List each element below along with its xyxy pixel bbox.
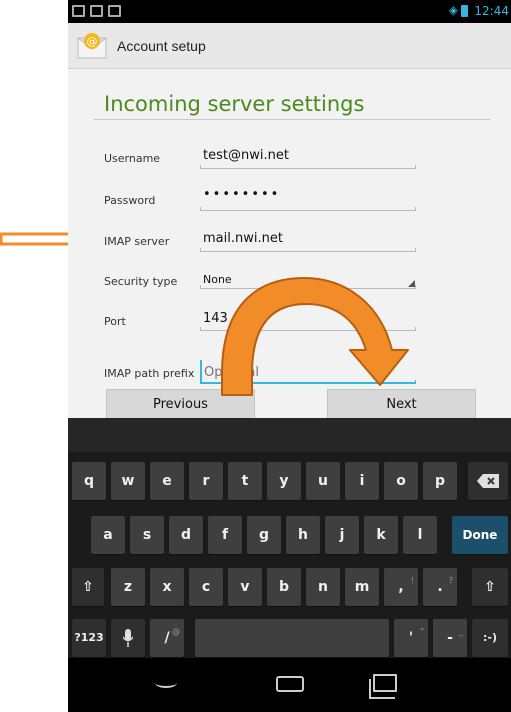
- section-heading: Incoming server settings: [104, 92, 365, 116]
- key-d[interactable]: d: [169, 516, 203, 554]
- imap-server-field[interactable]: mail.nwi.net: [203, 231, 283, 246]
- key-u[interactable]: u: [306, 462, 340, 500]
- key-e[interactable]: e: [150, 462, 184, 500]
- key-b[interactable]: b: [267, 568, 301, 606]
- key-dash-hint: _: [459, 627, 463, 636]
- key-period-label: .: [437, 579, 443, 595]
- status-bar: ◈ 12:44: [68, 0, 511, 23]
- image-notification-icon: [108, 5, 121, 17]
- key-comma-hint: !: [410, 576, 414, 585]
- key-h[interactable]: h: [286, 516, 320, 554]
- action-bar: @ Account setup: [68, 23, 511, 69]
- port-field[interactable]: 143: [203, 311, 228, 326]
- key-slash[interactable]: / @: [150, 619, 184, 657]
- key-l[interactable]: l: [403, 516, 437, 554]
- key-apostrophe[interactable]: ' ": [394, 619, 428, 657]
- key-period-hint: ?: [448, 576, 453, 585]
- key-t[interactable]: t: [228, 462, 262, 500]
- status-time: 12:44: [474, 4, 509, 18]
- microphone-key[interactable]: [111, 619, 145, 657]
- photo-notification-icon: [90, 5, 103, 17]
- key-o[interactable]: o: [384, 462, 418, 500]
- key-v[interactable]: v: [228, 568, 262, 606]
- imap-server-label: IMAP server: [104, 235, 170, 248]
- next-button[interactable]: Next: [327, 389, 476, 419]
- wifi-icon: ◈: [448, 3, 458, 17]
- previous-button[interactable]: Previous: [106, 389, 255, 419]
- key-f[interactable]: f: [208, 516, 242, 554]
- svg-text:@: @: [87, 35, 98, 48]
- key-i[interactable]: i: [345, 462, 379, 500]
- recent-apps-icon[interactable]: [369, 674, 397, 699]
- email-app-icon[interactable]: @: [77, 32, 107, 60]
- battery-icon: [461, 5, 468, 17]
- backspace-key[interactable]: [468, 462, 508, 500]
- system-navigation-bar: [68, 658, 511, 712]
- symbols-key[interactable]: ?123: [72, 619, 106, 657]
- smiley-key[interactable]: :-): [472, 619, 508, 657]
- heading-divider: [94, 119, 490, 120]
- key-period[interactable]: . ?: [423, 568, 457, 606]
- text-cursor: [200, 360, 202, 382]
- key-apostrophe-hint: ": [420, 627, 424, 636]
- space-key[interactable]: [195, 619, 389, 657]
- shift-icon: ⇧: [82, 579, 94, 595]
- password-label: Password: [104, 194, 156, 207]
- key-n[interactable]: n: [306, 568, 340, 606]
- backspace-icon: [477, 474, 499, 488]
- back-icon[interactable]: [155, 678, 177, 688]
- home-icon[interactable]: [276, 676, 304, 692]
- key-r[interactable]: r: [189, 462, 223, 500]
- shift-key-right[interactable]: ⇧: [472, 568, 508, 606]
- imap-server-underline: [200, 248, 416, 252]
- page-title: Account setup: [117, 38, 206, 54]
- key-z[interactable]: z: [111, 568, 145, 606]
- key-slash-hint: @: [172, 627, 180, 636]
- key-c[interactable]: c: [189, 568, 223, 606]
- key-x[interactable]: x: [150, 568, 184, 606]
- imap-path-prefix-field[interactable]: [204, 365, 404, 380]
- security-type-label: Security type: [104, 275, 178, 288]
- key-p[interactable]: p: [423, 462, 457, 500]
- done-key[interactable]: Done: [452, 516, 508, 554]
- password-field[interactable]: ••••••••: [203, 187, 280, 202]
- security-type-underline: [200, 285, 416, 289]
- port-label: Port: [104, 315, 126, 328]
- key-g[interactable]: g: [247, 516, 281, 554]
- key-comma-label: ,: [398, 579, 404, 595]
- key-dash[interactable]: - _: [433, 619, 467, 657]
- shift-key-left[interactable]: ⇧: [72, 568, 104, 606]
- key-y[interactable]: y: [267, 462, 301, 500]
- key-j[interactable]: j: [325, 516, 359, 554]
- key-a[interactable]: a: [91, 516, 125, 554]
- suggestion-strip: [68, 418, 511, 452]
- key-q[interactable]: q: [72, 462, 106, 500]
- key-s[interactable]: s: [130, 516, 164, 554]
- key-k[interactable]: k: [364, 516, 398, 554]
- gallery-notification-icon: [72, 5, 85, 17]
- imap-path-prefix-underline: [200, 380, 416, 384]
- dropdown-triangle-icon[interactable]: [408, 280, 415, 287]
- imap-path-prefix-label: IMAP path prefix: [104, 367, 195, 380]
- password-underline: [200, 207, 416, 211]
- android-screen: ◈ 12:44 @ Account setup Incoming server …: [68, 0, 511, 712]
- shift-icon: ⇧: [484, 579, 496, 595]
- key-apostrophe-label: ': [408, 630, 414, 646]
- key-w[interactable]: w: [111, 462, 145, 500]
- key-m[interactable]: m: [345, 568, 379, 606]
- username-underline: [200, 165, 416, 169]
- security-type-select[interactable]: None: [203, 273, 232, 286]
- port-underline: [200, 327, 416, 331]
- key-slash-label: /: [164, 630, 170, 646]
- username-label: Username: [104, 152, 161, 165]
- username-field[interactable]: test@nwi.net: [203, 148, 289, 163]
- key-comma[interactable]: , !: [384, 568, 418, 606]
- microphone-icon: [122, 629, 134, 647]
- soft-keyboard: q w e r t y u i o p a s d f g h j k l Do…: [68, 418, 511, 658]
- key-dash-label: -: [447, 630, 453, 646]
